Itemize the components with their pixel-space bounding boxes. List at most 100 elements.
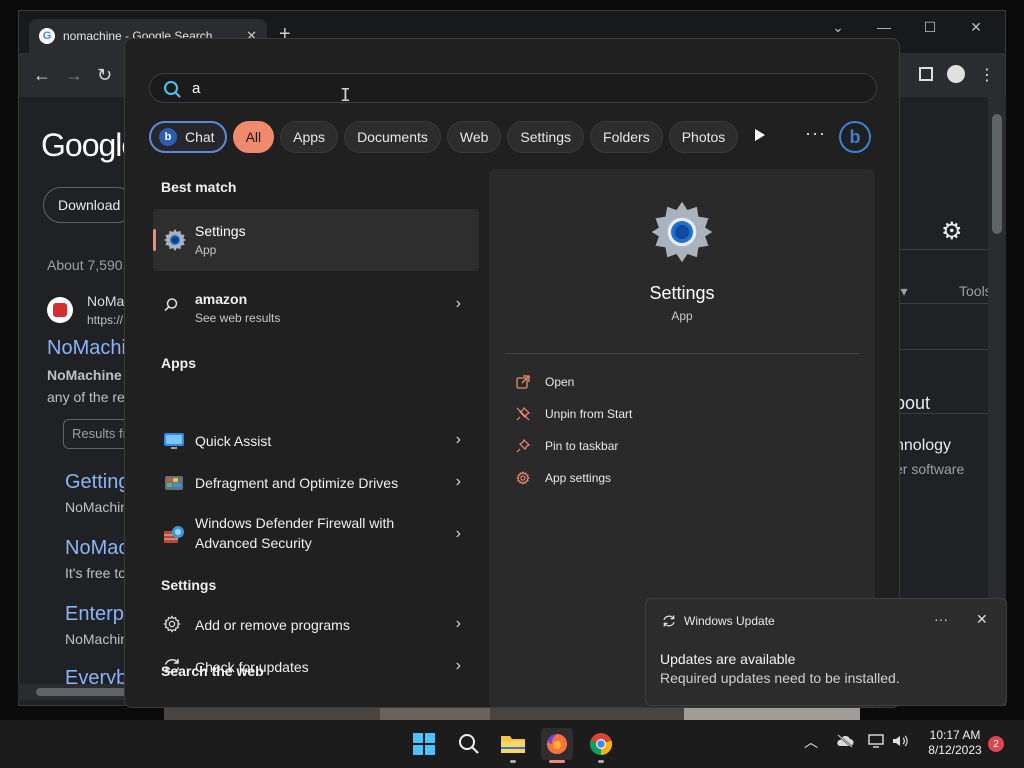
more-filters-play-icon[interactable] [755, 129, 765, 141]
settings-gear-icon [163, 228, 187, 257]
google-favicon-icon: G [39, 28, 55, 44]
forward-button[interactable]: → [65, 65, 83, 86]
divider [505, 353, 859, 354]
divider [887, 303, 989, 304]
update-notification-toast[interactable]: Windows Update ··· ✕ Updates are availab… [645, 598, 1007, 706]
best-match-type: App [195, 243, 217, 257]
result-title-link[interactable]: NoMachi [47, 337, 126, 360]
filter-folders[interactable]: Folders [590, 121, 663, 153]
detail-title: Settings [649, 283, 715, 303]
selection-indicator [153, 229, 156, 251]
search-icon [164, 81, 178, 95]
volume-icon[interactable] [892, 734, 910, 751]
close-icon[interactable]: ✕ [976, 611, 988, 628]
tab-search-chevron-icon[interactable]: ⌄ [815, 15, 861, 39]
action-app-settings[interactable]: App settings [515, 467, 611, 489]
result-snippet: any of the re [47, 389, 125, 405]
app-name-line2: Advanced Security [195, 535, 312, 551]
apps-heading: Apps [161, 355, 196, 371]
page-horizontal-scrollbar[interactable] [18, 684, 128, 700]
sitelink-snippet: NoMachin [65, 631, 129, 647]
filter-all[interactable]: All [232, 121, 275, 153]
notification-count-badge[interactable]: 2 [988, 736, 1004, 752]
back-button[interactable]: ← [33, 65, 51, 86]
more-options-icon[interactable]: ··· [805, 123, 826, 144]
filter-settings[interactable]: Settings [507, 121, 585, 153]
browser-menu-icon[interactable]: ⋮ [979, 65, 995, 85]
result-count: About 7,590, [47, 257, 127, 273]
firefox-button[interactable] [541, 728, 573, 760]
search-settings-gear-icon[interactable]: ⚙ [941, 217, 963, 246]
about-panel-heading: bout [895, 393, 931, 413]
search-input[interactable] [192, 79, 832, 97]
pin-icon [515, 438, 531, 454]
filter-web[interactable]: Web [446, 121, 502, 153]
chevron-right-icon[interactable]: › [456, 525, 461, 543]
scroll-thumb[interactable] [36, 688, 126, 696]
filter-documents[interactable]: Documents [344, 121, 441, 153]
chevron-right-icon[interactable]: › [456, 657, 461, 675]
app-item[interactable]: Windows Defender Firewall with Advanced … [153, 509, 479, 561]
chrome-button[interactable] [585, 728, 617, 760]
app-item[interactable]: Defragment and Optimize Drives › [153, 463, 479, 503]
filter-apps[interactable]: Apps [280, 121, 339, 153]
web-search-term: amazon [195, 291, 248, 307]
search-box[interactable] [149, 73, 877, 103]
filter-photos[interactable]: Photos [668, 121, 739, 153]
close-window-button[interactable]: ✕ [953, 15, 999, 39]
minimize-button[interactable]: — [861, 15, 907, 39]
quick-assist-icon [163, 431, 184, 451]
bing-chat-icon: b [159, 128, 177, 146]
clock-time: 10:17 AM [929, 728, 981, 742]
web-search-item[interactable]: amazon See web results › [153, 281, 479, 329]
window-controls: ⌄ — ☐ ✕ [815, 15, 999, 39]
desktop-wallpaper [164, 706, 860, 720]
action-open[interactable]: Open [515, 371, 574, 393]
sitelink-title[interactable]: NoMac [65, 537, 128, 560]
start-button[interactable] [408, 728, 440, 760]
clock[interactable]: 10:17 AM 8/12/2023 [912, 728, 998, 758]
folder-icon [501, 736, 525, 753]
divider [887, 413, 989, 414]
app-item[interactable]: Quick Assist › [153, 421, 479, 461]
more-options-icon[interactable]: ··· [934, 611, 948, 627]
side-panel-icon[interactable] [919, 67, 933, 81]
nomachine-favicon-icon [47, 297, 73, 323]
chevron-right-icon[interactable]: › [456, 615, 461, 633]
action-pin-taskbar[interactable]: Pin to taskbar [515, 435, 618, 457]
chevron-right-icon[interactable]: › [456, 473, 461, 491]
filter-chat[interactable]: b Chat [149, 121, 227, 153]
divider [887, 249, 989, 250]
clock-date: 8/12/2023 [928, 743, 982, 757]
tools-button[interactable]: Tools [959, 283, 989, 299]
network-icon[interactable] [868, 734, 886, 751]
bing-logo-icon[interactable]: b [839, 121, 871, 153]
settings-heading: Settings [161, 577, 217, 593]
taskbar-search-button[interactable] [453, 728, 485, 760]
chevron-right-icon[interactable]: › [456, 431, 461, 449]
settings-large-icon [649, 199, 715, 270]
profile-icon[interactable] [947, 65, 965, 83]
chevron-right-icon[interactable]: › [456, 295, 461, 313]
gear-icon [515, 470, 531, 486]
taskbar: ︿ 10:17 AM 8/12/2023 2 [0, 720, 1024, 768]
search-the-web-heading: Search the web [161, 663, 264, 679]
reload-button[interactable]: ↻ [97, 65, 112, 86]
maximize-button[interactable]: ☐ [907, 15, 953, 39]
tray-overflow-chevron-icon[interactable]: ︿ [804, 732, 818, 752]
scroll-thumb[interactable] [992, 114, 1002, 234]
best-match-item[interactable]: Settings App [153, 209, 479, 271]
sitelink-title[interactable]: Enterp [65, 603, 124, 626]
onedrive-offline-icon[interactable] [836, 734, 854, 751]
best-match-name: Settings [195, 223, 246, 239]
setting-item[interactable]: Add or remove programs › [153, 605, 479, 645]
firefox-icon [547, 733, 568, 754]
download-filter-chip[interactable]: Download [43, 187, 136, 223]
action-unpin-start[interactable]: Unpin from Start [515, 403, 632, 425]
sitelink-title[interactable]: Getting [65, 471, 129, 494]
file-explorer-button[interactable] [497, 728, 529, 760]
toast-title: Updates are available [660, 651, 796, 667]
action-label: Unpin from Start [545, 407, 633, 421]
defragment-icon [163, 473, 183, 493]
chrome-icon [589, 733, 613, 756]
